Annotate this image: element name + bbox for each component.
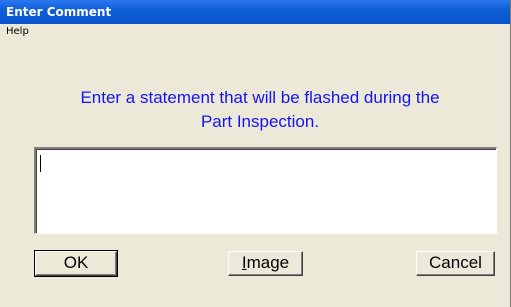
window-title: Enter Comment (6, 5, 112, 19)
image-button-label: mage (246, 253, 290, 272)
cancel-button[interactable]: Cancel (416, 251, 495, 276)
image-button[interactable]: Image (228, 251, 303, 276)
enter-comment-dialog: Enter Comment Help Enter a statement tha… (0, 0, 511, 307)
comment-input[interactable] (34, 147, 497, 234)
menu-bar: Help (0, 24, 510, 42)
instruction-line-1: Enter a statement that will be flashed d… (80, 88, 440, 107)
instruction-text: Enter a statement that will be flashed d… (20, 86, 500, 134)
text-caret (40, 155, 41, 172)
menu-item-help[interactable]: Help (6, 26, 29, 37)
ok-button[interactable]: OK (34, 250, 118, 277)
title-bar[interactable]: Enter Comment (0, 0, 510, 24)
instruction-line-2: Part Inspection. (200, 112, 320, 131)
